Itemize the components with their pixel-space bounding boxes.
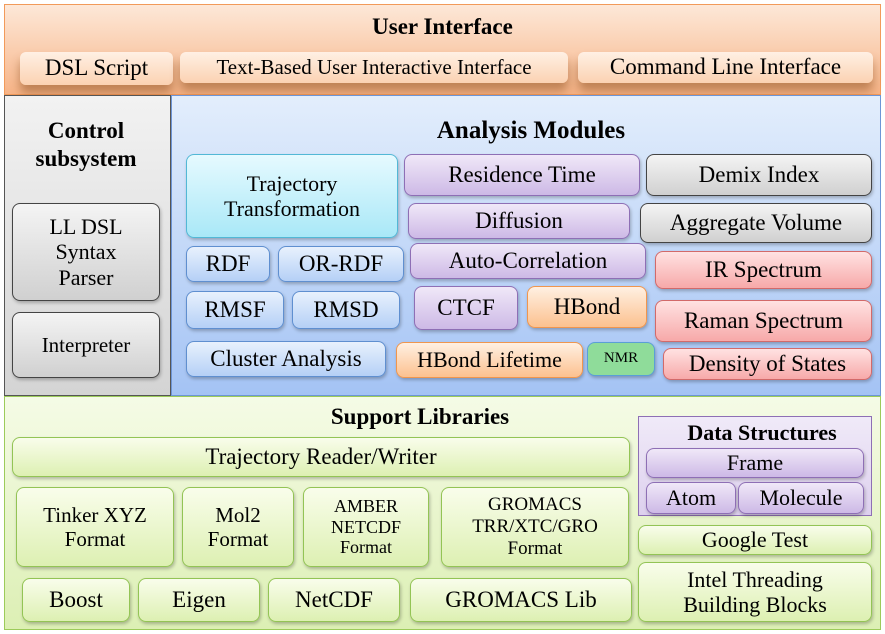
control-title: Control subsystem — [35, 118, 137, 171]
ds-frame: Frame — [646, 448, 864, 478]
module-ctcf: CTCF — [414, 286, 518, 330]
module-auto-correlation: Auto-Correlation — [410, 243, 646, 279]
module-residence-time: Residence Time — [404, 154, 640, 196]
lib-amber: AMBER NETCDF Format — [303, 487, 429, 567]
ds-molecule: Molecule — [738, 482, 864, 514]
module-trajectory-transformation: Trajectory Transformation — [186, 154, 398, 238]
cli-box: Command Line Interface — [578, 52, 873, 83]
module-raman-spectrum: Raman Spectrum — [655, 300, 872, 342]
text-ui-box: Text-Based User Interactive Interface — [180, 52, 568, 83]
module-nmr: NMR — [587, 342, 655, 376]
module-rmsd: RMSD — [292, 291, 400, 329]
lib-boost: Boost — [22, 578, 130, 622]
interpreter-box: Interpreter — [12, 312, 160, 378]
lib-gromacs-lib: GROMACS Lib — [410, 578, 632, 622]
module-rdf: RDF — [186, 246, 270, 282]
lib-eigen: Eigen — [138, 578, 260, 622]
module-hbond-lifetime: HBond Lifetime — [396, 342, 583, 378]
lib-intel-tbb: Intel Threading Building Blocks — [638, 562, 872, 622]
lib-tinker: Tinker XYZ Format — [16, 487, 174, 567]
dsl-script-box: DSL Script — [20, 52, 173, 85]
module-diffusion: Diffusion — [408, 203, 630, 239]
lib-google-test: Google Test — [638, 525, 872, 555]
analysis-title: Analysis Modules — [436, 117, 626, 144]
module-or-rdf: OR-RDF — [278, 246, 404, 282]
module-ir-spectrum: IR Spectrum — [655, 251, 872, 289]
support-title: Support Libraries — [330, 404, 510, 429]
user-interface-title: User Interface — [372, 14, 513, 39]
ds-atom: Atom — [646, 482, 736, 514]
lib-netcdf: NetCDF — [268, 578, 400, 622]
lib-trajectory-reader-writer: Trajectory Reader/Writer — [12, 437, 630, 477]
lib-gromacs-format: GROMACS TRR/XTC/GRO Format — [441, 487, 629, 567]
module-cluster-analysis: Cluster Analysis — [186, 341, 386, 377]
module-density-of-states: Density of States — [663, 348, 872, 380]
module-rmsf: RMSF — [186, 291, 284, 329]
data-structures-title: Data Structures — [687, 420, 837, 445]
module-aggregate-volume: Aggregate Volume — [640, 203, 872, 243]
module-hbond: HBond — [527, 286, 647, 328]
lib-mol2: Mol2 Format — [182, 487, 294, 567]
syntax-parser-box: LL DSL Syntax Parser — [12, 203, 160, 301]
module-demix-index: Demix Index — [646, 154, 872, 196]
